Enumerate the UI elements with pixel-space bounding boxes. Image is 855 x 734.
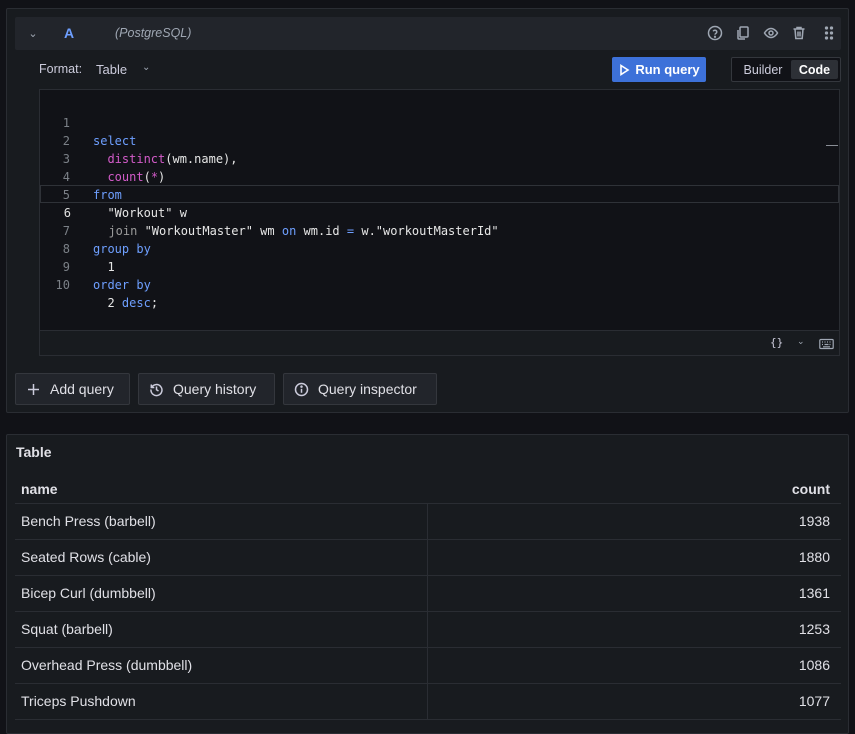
query-ref-id[interactable]: A [64, 25, 74, 41]
cell-count: 1077 [798, 693, 830, 709]
drag-handle-icon[interactable] [820, 24, 838, 42]
editor-footer: {} ⌄ [40, 330, 839, 355]
datasource-name: (PostgreSQL) [115, 26, 192, 40]
code-line[interactable]: 4 from [40, 150, 839, 202]
plus-icon [28, 383, 39, 395]
cell-count: 1253 [798, 621, 830, 637]
cell-count: 1880 [798, 549, 830, 565]
run-query-label: Run query [635, 62, 700, 77]
column-header-count[interactable]: count [792, 481, 830, 497]
table-header: name count [15, 475, 841, 504]
format-braces-button[interactable]: {} [770, 336, 783, 349]
code-line-active[interactable]: 6 join "WorkoutMaster" wm on wm.id = w."… [40, 185, 839, 238]
cell-name: Seated Rows (cable) [15, 540, 428, 575]
table-row: Bicep Curl (dumbbell) 1361 [15, 576, 841, 612]
cell-name: Overhead Press (dumbbell) [15, 648, 428, 683]
table-row: Squat (barbell) 1253 [15, 612, 841, 648]
run-query-button[interactable]: Run query [612, 57, 706, 82]
info-icon [294, 382, 309, 396]
query-history-label: Query history [173, 381, 257, 397]
query-inspector-label: Query inspector [318, 381, 417, 397]
help-icon[interactable] [706, 24, 724, 42]
cell-name: Squat (barbell) [15, 612, 428, 647]
code-line[interactable]: 7 group by [40, 204, 839, 256]
cell-count: 1361 [798, 585, 830, 601]
history-icon [150, 383, 163, 396]
chevron-down-icon[interactable]: ⌄ [26, 26, 40, 40]
table-row: Seated Rows (cable) 1880 [15, 540, 841, 576]
chevron-down-icon[interactable]: ⌄ [797, 336, 805, 347]
cell-count: 1938 [798, 513, 830, 529]
add-query-label: Add query [50, 381, 114, 397]
eye-icon[interactable] [762, 24, 780, 42]
chevron-down-icon[interactable]: ⌄ [142, 62, 150, 73]
add-query-button[interactable]: Add query [15, 373, 130, 405]
query-history-button[interactable]: Query history [138, 373, 275, 405]
query-inspector-button[interactable]: Query inspector [283, 373, 437, 405]
format-label: Format: [39, 62, 83, 76]
table-row: Overhead Press (dumbbell) 1086 [15, 648, 841, 684]
table-panel: Table name count Bench Press (barbell) 1… [6, 434, 849, 734]
query-editor-panel: ⌄ A (PostgreSQL) Format: Table ⌄ Run que… [6, 8, 849, 413]
keyboard-icon[interactable] [819, 337, 834, 355]
query-row-header: ⌄ A (PostgreSQL) [15, 17, 841, 50]
cell-name: Bicep Curl (dumbbell) [15, 576, 428, 611]
format-select[interactable]: Table [96, 62, 127, 77]
mode-code-button[interactable]: Code [791, 60, 838, 79]
table-row: Triceps Pushdown 1077 [15, 684, 841, 720]
code-line[interactable]: 3 count(*) [40, 132, 839, 184]
play-icon [620, 63, 630, 76]
code-line[interactable]: 5 "Workout" w [40, 168, 839, 220]
table-row: Bench Press (barbell) 1938 [15, 504, 841, 540]
code-line[interactable]: 2 distinct(wm.name), [40, 114, 839, 166]
editor-mode-toggle: Builder Code [731, 57, 841, 82]
line-number: 10 [55, 278, 70, 292]
mode-builder-button[interactable]: Builder [736, 60, 790, 79]
code-line[interactable]: 9 order by [40, 240, 839, 292]
sql-code-editor[interactable]: 1 select 2 distinct(wm.name), 3 count(*)… [39, 89, 840, 356]
copy-icon[interactable] [734, 24, 752, 42]
cell-name: Bench Press (barbell) [15, 504, 428, 539]
code-line[interactable]: 1 select [40, 96, 839, 148]
panel-title: Table [16, 444, 52, 460]
cell-name: Triceps Pushdown [15, 684, 428, 719]
code-line[interactable]: 10 2 desc; [40, 258, 839, 310]
column-header-name[interactable]: name [21, 481, 58, 497]
cell-count: 1086 [798, 657, 830, 673]
minimap-indicator [826, 145, 838, 146]
code-line[interactable]: 8 1 [40, 222, 839, 274]
trash-icon[interactable] [790, 24, 808, 42]
